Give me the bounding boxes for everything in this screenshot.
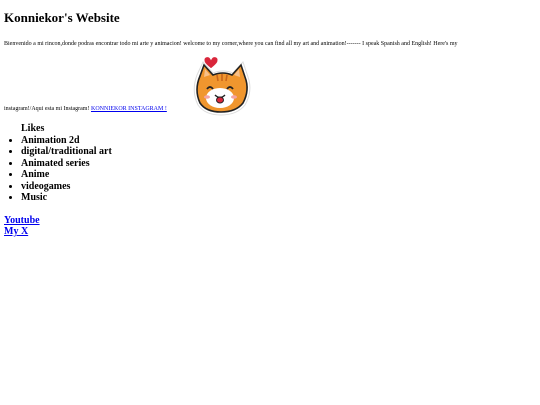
cat-sticker-icon [189,53,255,119]
likes-item: Anime [21,169,536,181]
likes-item: digital/traditional art [21,146,536,158]
x-link[interactable]: My X [4,226,536,238]
likes-item: videogames [21,181,536,193]
instagram-link[interactable]: KONNIEKOR INSTAGRAM ! [91,106,167,112]
intro-text-after: instagram!/Aqui esta mi Instagram! [4,106,90,112]
page-content: Konniekor's Website Bienvenido a mi rinc… [0,10,540,238]
likes-header: Likes [21,123,45,134]
page-title: Konniekor's Website [4,10,120,25]
intro-paragraph: Bienvenido a mi rincon,donde podras enco… [4,40,536,113]
likes-item: Animated series [21,158,536,170]
likes-item: Music [21,192,536,204]
likes-item: Animation 2d [21,135,536,147]
social-links: Youtube My X [4,215,536,238]
likes-list: Likes Animation 2d digital/traditional a… [4,123,536,204]
intro-text: Bienvenido a mi rincon,donde podras enco… [4,41,458,47]
youtube-link[interactable]: Youtube [4,215,536,227]
